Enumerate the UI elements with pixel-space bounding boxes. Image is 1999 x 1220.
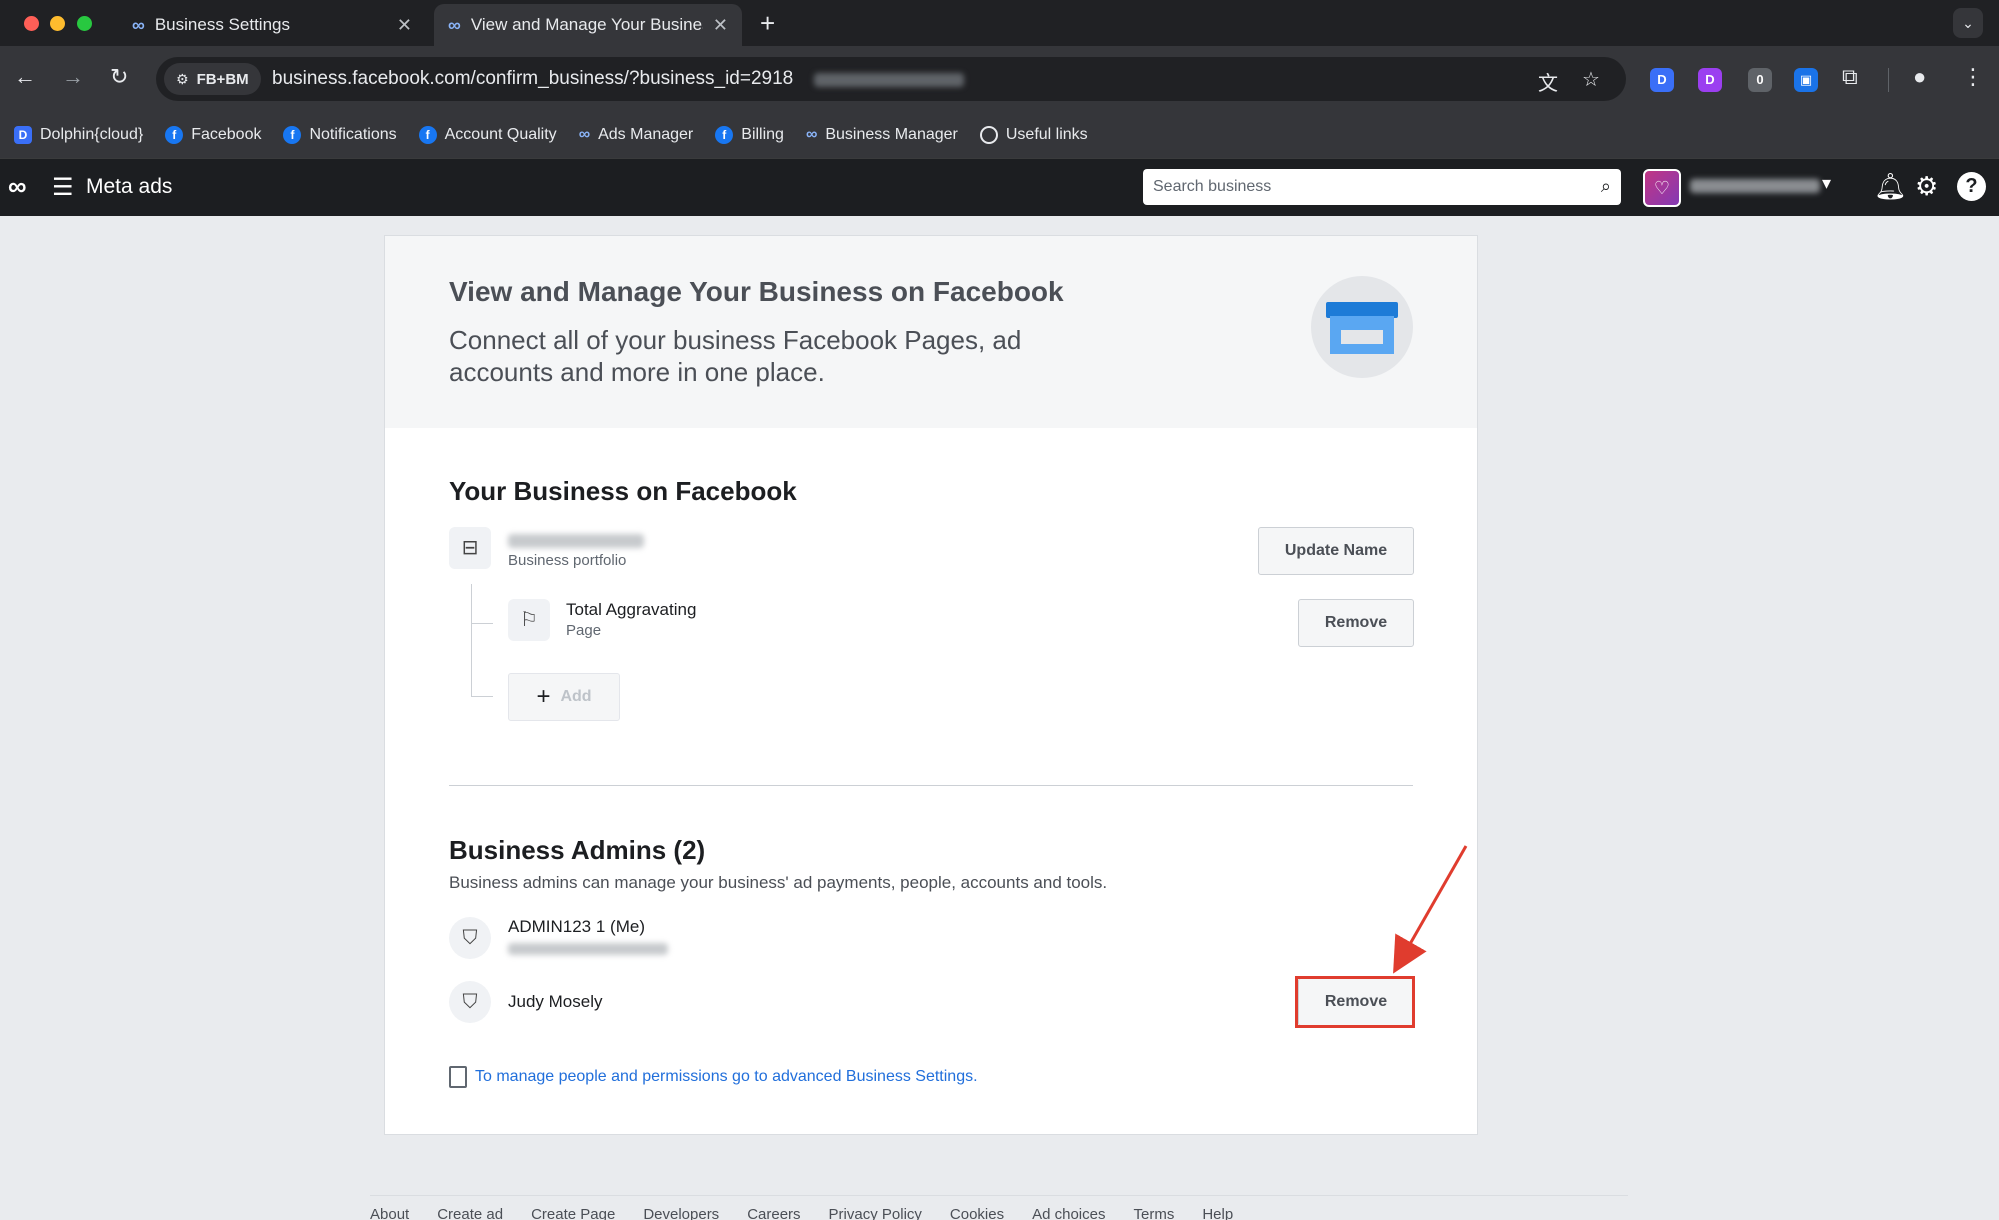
footer-link-create-ad[interactable]: Create ad [437,1206,503,1220]
footer-link-terms[interactable]: Terms [1133,1206,1174,1220]
footer-link-careers[interactable]: Careers [747,1206,800,1220]
footer-link-developers[interactable]: Developers [643,1206,719,1220]
annotation-arrow [1393,845,1468,974]
footer-link-create-page[interactable]: Create Page [531,1206,615,1220]
footer-link-privacy[interactable]: Privacy Policy [829,1206,922,1220]
footer-links: About Create ad Create Page Developers C… [370,1195,1628,1220]
footer-link-about[interactable]: About [370,1206,409,1220]
footer-link-help[interactable]: Help [1202,1206,1233,1220]
footer-link-ad-choices[interactable]: Ad choices [1032,1206,1105,1220]
footer-link-cookies[interactable]: Cookies [950,1206,1004,1220]
